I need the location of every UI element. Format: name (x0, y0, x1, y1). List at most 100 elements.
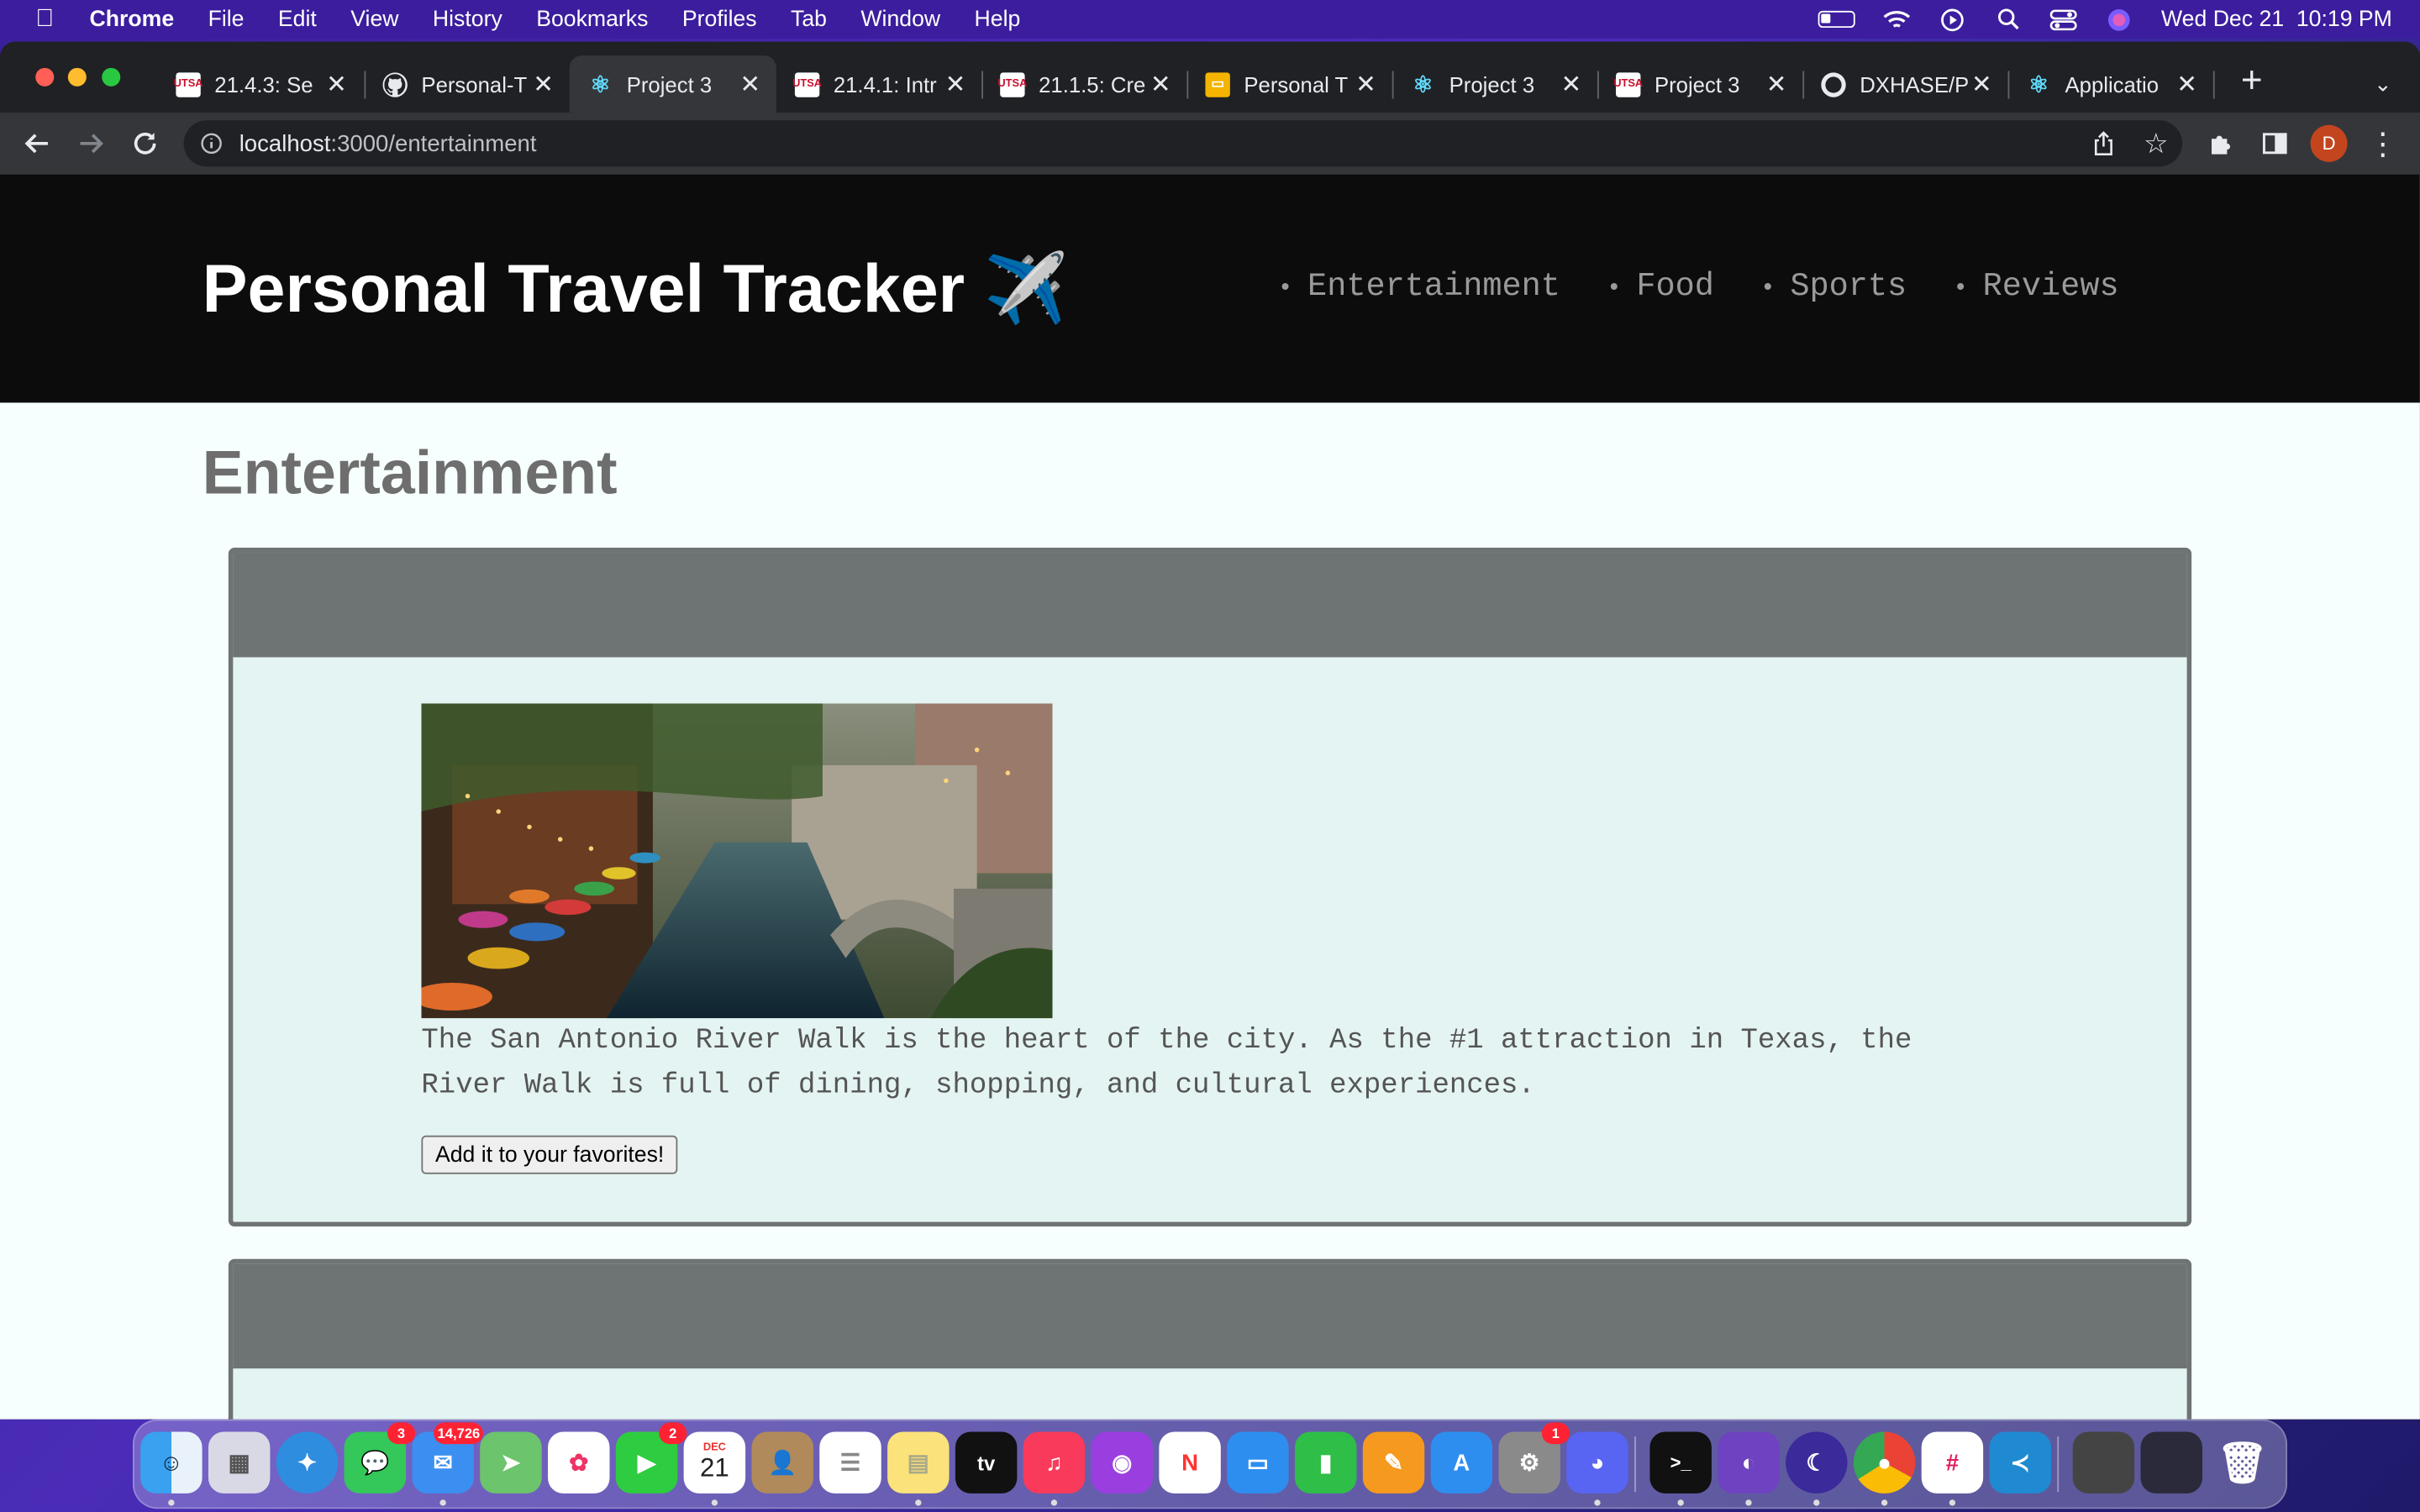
tab-close-icon[interactable]: ✕ (736, 69, 764, 100)
apple-tv-icon[interactable]: tv (955, 1431, 1018, 1494)
tab-close-icon[interactable]: ✕ (323, 69, 350, 100)
minimized-window-thumbnail-icon[interactable] (2072, 1431, 2135, 1494)
terminal-icon[interactable]: >_ (1649, 1431, 1712, 1506)
spotlight-search-icon[interactable] (1995, 8, 2023, 30)
react-favicon-icon: ⚛ (590, 71, 611, 98)
trash-icon[interactable]: 🗑 (2212, 1431, 2273, 1493)
minimize-window-button[interactable] (67, 67, 87, 87)
night-app-icon[interactable]: ☾ (1786, 1431, 1848, 1506)
tab-project-3-active[interactable]: ⚛ Project 3 ✕ (569, 55, 776, 113)
battery-icon[interactable] (1818, 10, 1856, 29)
nav-link-entertainment[interactable]: Entertainment (1278, 270, 1560, 305)
bookmark-star-icon[interactable]: ☆ (2130, 128, 2182, 160)
tab-dxhase-github[interactable]: DXHASE/P ✕ (1802, 55, 2007, 113)
vscode-icon[interactable]: ≺ (1989, 1431, 2051, 1494)
menu-help[interactable]: Help (957, 7, 1037, 31)
tab-project-3-react[interactable]: ⚛ Project 3 ✕ (1392, 55, 1597, 113)
tab-personal-t-slides[interactable]: ▭ Personal T ✕ (1186, 55, 1392, 113)
reload-icon[interactable] (127, 125, 164, 162)
address-bar[interactable]: localhost:3000/entertainment ☆ (183, 120, 2183, 167)
discord-icon[interactable]: ◕ (1566, 1431, 1628, 1506)
system-settings-icon[interactable]: ⚙ 1 (1498, 1422, 1570, 1494)
tab-close-icon[interactable]: ✕ (1763, 69, 1791, 100)
menu-file[interactable]: File (191, 7, 260, 31)
tab-close-icon[interactable]: ✕ (1557, 69, 1585, 100)
menu-view[interactable]: View (334, 7, 416, 31)
music-icon[interactable]: ♫ (1023, 1431, 1086, 1506)
river-walk-photo (421, 703, 1053, 1019)
extensions-puzzle-icon[interactable] (2202, 125, 2239, 162)
share-icon[interactable] (2077, 131, 2129, 155)
control-center-icon[interactable] (2050, 8, 2078, 30)
menu-window[interactable]: Window (844, 7, 957, 31)
pages-icon[interactable]: ✎ (1362, 1431, 1425, 1494)
nav-link-sports[interactable]: Sports (1760, 270, 1907, 305)
menu-bookmarks[interactable]: Bookmarks (519, 7, 666, 31)
tab-close-icon[interactable]: ✕ (1147, 69, 1175, 100)
dock-separator (1634, 1436, 1636, 1493)
slack-icon[interactable]: # (1921, 1431, 1984, 1506)
keynote-icon[interactable]: ▭ (1227, 1431, 1289, 1494)
menu-tab[interactable]: Tab (774, 7, 844, 31)
new-tab-plus-icon[interactable]: + (2233, 60, 2270, 102)
menu-history[interactable]: History (416, 7, 519, 31)
facetime-icon[interactable]: ▶ 2 (615, 1422, 687, 1494)
contacts-icon[interactable]: 👤 (751, 1431, 813, 1494)
tab-close-icon[interactable]: ✕ (1968, 69, 1996, 100)
messages-icon[interactable]: 💬 3 (344, 1422, 416, 1494)
tab-close-icon[interactable]: ✕ (2173, 69, 2201, 100)
tab-close-icon[interactable]: ✕ (1352, 69, 1380, 100)
zoom-window-button[interactable] (102, 67, 121, 87)
menu-bar-clock[interactable]: Wed Dec 21 10:19 PM (2161, 7, 2392, 31)
apple-tv-label: tv (977, 1451, 996, 1474)
tab-project-3-utsa[interactable]: UTSA Project 3 ✕ (1597, 55, 1802, 113)
tab-close-icon[interactable]: ✕ (529, 69, 557, 100)
chrome-icon[interactable]: ● (1853, 1431, 1916, 1506)
notes-icon[interactable]: ▤ (887, 1431, 950, 1506)
nav-link-food[interactable]: Food (1607, 270, 1714, 305)
close-window-button[interactable] (35, 67, 55, 87)
news-icon[interactable]: N (1159, 1431, 1221, 1494)
menu-edit[interactable]: Edit (261, 7, 334, 31)
tab-personal-t-github[interactable]: Personal-T ✕ (364, 55, 569, 113)
apple-menu-icon[interactable]:  (0, 5, 90, 33)
now-playing-icon[interactable] (1939, 8, 1967, 31)
finder-icon[interactable]: ☺ (140, 1431, 203, 1506)
profile-avatar[interactable]: D (2310, 124, 2348, 162)
site-header: Personal Travel Tracker ✈️ Entertainment… (0, 174, 2420, 403)
attraction-card: The San Antonio River Walk is the heart … (228, 548, 2192, 1227)
reminders-icon[interactable]: ☰ (819, 1431, 881, 1494)
nav-link-reviews[interactable]: Reviews (1953, 270, 2119, 305)
minimized-window-thumbnail-icon-2[interactable] (2140, 1431, 2202, 1494)
podcasts-icon[interactable]: ◉ (1091, 1431, 1154, 1494)
launchpad-icon[interactable]: ▦ (208, 1431, 271, 1494)
menu-chrome[interactable]: Chrome (90, 7, 192, 31)
side-panel-icon[interactable] (2256, 125, 2293, 162)
forward-arrow-icon[interactable] (72, 125, 109, 162)
site-info-icon[interactable] (184, 133, 239, 155)
wifi-icon[interactable] (1883, 8, 1911, 30)
tab-21-4-3[interactable]: UTSA 21.4.3: Se ✕ (157, 55, 362, 113)
mail-icon[interactable]: ✉ 14,726 (412, 1422, 483, 1506)
more-vertical-icon[interactable]: ⋮ (2365, 125, 2402, 162)
tab-21-4-1[interactable]: UTSA 21.4.1: Intr ✕ (776, 55, 981, 113)
github-desktop-icon[interactable]: ◐ (1718, 1431, 1780, 1506)
calendar-day: 21 (700, 1452, 729, 1483)
tab-title: 21.1.5: Cre (1039, 71, 1146, 97)
tab-close-icon[interactable]: ✕ (941, 69, 969, 100)
tab-title: Project 3 (1654, 71, 1740, 97)
safari-icon[interactable]: ✦ (276, 1431, 339, 1494)
site-title[interactable]: Personal Travel Tracker ✈️ (203, 249, 1069, 329)
tab-21-1-5[interactable]: UTSA 21.1.5: Cre ✕ (981, 55, 1186, 113)
maps-icon[interactable]: ➤ (480, 1431, 542, 1494)
calendar-icon[interactable]: DEC 21 (683, 1431, 746, 1506)
add-to-favorites-button[interactable]: Add it to your favorites! (421, 1135, 678, 1174)
app-store-icon[interactable]: A (1430, 1431, 1493, 1494)
menu-profiles[interactable]: Profiles (666, 7, 774, 31)
back-arrow-icon[interactable] (18, 125, 55, 162)
siri-icon[interactable] (2106, 8, 2133, 30)
numbers-icon[interactable]: ▮ (1294, 1431, 1357, 1494)
photos-icon[interactable]: ✿ (548, 1431, 610, 1494)
tab-application[interactable]: ⚛ Applicatio ✕ (2008, 55, 2213, 113)
tab-search-chevron-down-icon[interactable]: ⌄ (2365, 65, 2402, 102)
